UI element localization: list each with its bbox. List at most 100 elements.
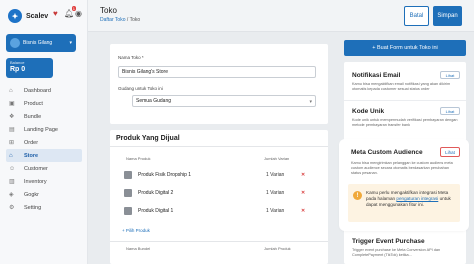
col-header-variant-count: Jumlah Varian	[264, 156, 290, 161]
balance-box[interactable]: Balance Rp 0	[6, 58, 53, 78]
product-thumbnail	[124, 207, 132, 215]
chevron-down-icon: ▾	[69, 40, 72, 46]
store-name-label: Nama Toko *	[118, 55, 144, 60]
sidebar-item-label: Inventory	[24, 178, 47, 185]
page-header: Toko Daftar Toko / Toko Batal Simpan	[88, 0, 474, 32]
sidebar-item-gogkr[interactable]: ◈ Gogkr	[6, 188, 82, 201]
product-name: Produk Digital 1	[138, 208, 174, 214]
breadcrumb-parent[interactable]: Daftar Toko	[100, 17, 125, 23]
balance-value: Rp 0	[10, 66, 26, 73]
warning-icon: !	[353, 191, 362, 200]
divider	[110, 241, 328, 242]
table-row: Produk Digital 1 1 Varian ✕	[124, 204, 320, 218]
gear-icon: ⚙	[9, 204, 15, 211]
chevron-down-icon: ▾	[309, 99, 312, 105]
trigger-event-title: Trigger Event Purchase	[352, 238, 425, 245]
scalev-logo-icon: ✦	[8, 9, 22, 23]
meta-custom-audience-title: Meta Custom Audience	[351, 149, 423, 156]
breadcrumb-current: Toko	[129, 17, 141, 23]
product-name: Produk Digital 2	[138, 190, 174, 196]
trigger-event-desc: Trigger event purchase ke Meta Conversio…	[352, 248, 441, 257]
heart-icon[interactable]: ♥	[53, 10, 61, 18]
sidebar-item-label: Order	[24, 139, 39, 146]
sidebar-item-dashboard[interactable]: ⌂ Dashboard	[6, 84, 82, 97]
meta-custom-audience-view-button[interactable]: Lihat	[440, 147, 460, 157]
meta-custom-audience-card: Meta Custom Audience Lihat Kamu bisa men…	[342, 142, 466, 228]
variant-count: 1 Varian	[266, 172, 285, 178]
variant-count: 1 Varian	[266, 190, 285, 196]
warehouse-select-value: Semua Gudang	[136, 98, 172, 104]
alert-text: Kamu perlu mengaktifkan integrasi Meta p…	[366, 190, 458, 208]
box-icon: ▣	[9, 100, 15, 107]
add-form-button[interactable]: + Buat Form untuk Toko ini	[344, 40, 466, 56]
add-product-link[interactable]: + Pilih Produk	[122, 228, 150, 233]
top-icons: ♥ 🔔︎ 1 ◉	[53, 6, 83, 18]
col-header-product-name: Nama Produk	[126, 156, 151, 161]
remove-icon[interactable]: ✕	[301, 208, 305, 214]
user-icon[interactable]: ◉	[75, 10, 83, 18]
product-thumbnail	[124, 171, 132, 179]
integration-settings-link[interactable]: pengaturan integrasi	[396, 196, 438, 201]
divider	[344, 100, 466, 101]
sidebar-nav: ⌂ Dashboard ▣ Product ❖ Bundle ▤ Landing Pag…	[6, 84, 82, 214]
store-icon: ⌂	[9, 152, 13, 159]
products-title: Produk Yang Dijual	[116, 135, 180, 142]
user-icon: ☺	[9, 165, 16, 172]
sidebar-item-store[interactable]: ⌂ Store	[6, 149, 82, 162]
sidebar-item-label: Setting	[24, 204, 42, 211]
inventory-icon: ▥	[9, 178, 15, 185]
save-button[interactable]: Simpan	[433, 6, 462, 26]
sidebar: ✦ Scalev ♥ 🔔︎ 1 ◉ Bisnis Gilang ▾ Balance…	[0, 0, 88, 264]
sidebar-item-product[interactable]: ▣ Product	[6, 97, 82, 110]
unique-code-view-button[interactable]: Lihat	[440, 107, 460, 115]
store-avatar	[10, 38, 20, 48]
sidebar-item-label: Product	[24, 100, 43, 107]
sidebar-item-label: Bundle	[24, 113, 42, 120]
breadcrumb-separator: /	[126, 17, 129, 23]
sidebar-item-setting[interactable]: ⚙ Setting	[6, 201, 82, 214]
page-icon: ▤	[9, 126, 15, 133]
product-name: Produk Fisik Dropship 1	[138, 172, 192, 178]
products-card: Produk Yang Dijual Nama Produk Jumlah Va…	[110, 130, 328, 264]
col-header-bundle-count: Jumlah Produk	[264, 246, 291, 251]
sidebar-item-label: Gogkr	[24, 191, 39, 198]
balance-label: Balance	[10, 60, 25, 65]
email-notification-view-button[interactable]: Lihat	[440, 71, 460, 79]
divider	[110, 146, 328, 147]
meta-integration-alert: ! Kamu perlu mengaktifkan integrasi Meta…	[348, 184, 460, 222]
unique-code-title: Kode Unik	[352, 108, 385, 115]
variant-count: 1 Varian	[266, 208, 285, 214]
table-row: Produk Digital 2 1 Varian ✕	[124, 186, 320, 200]
unique-code-desc: Kode unik untuk mempermudah verifikasi p…	[352, 118, 458, 127]
store-name-input[interactable]: Bisnis Gilang's Store	[118, 66, 316, 78]
sidebar-item-inventory[interactable]: ▥ Inventory	[6, 175, 82, 188]
remove-icon[interactable]: ✕	[301, 172, 305, 178]
sidebar-item-customer[interactable]: ☺ Customer	[6, 162, 82, 175]
breadcrumb: Daftar Toko / Toko	[100, 17, 140, 23]
page-title: Toko	[100, 6, 117, 15]
sidebar-item-label: Landing Page	[24, 126, 58, 133]
brand-name: Scalev	[26, 12, 49, 20]
sidebar-item-label: Dashboard	[24, 87, 51, 94]
remove-icon[interactable]: ✕	[301, 190, 305, 196]
home-icon: ⌂	[9, 87, 13, 94]
store-name: Bisnis Gilang	[23, 40, 53, 46]
meta-custom-audience-desc: Kamu bisa mengirimkan pelanggan ke custo…	[351, 161, 453, 175]
cart-icon: ⊞	[9, 139, 15, 146]
store-switcher[interactable]: Bisnis Gilang ▾	[6, 34, 76, 52]
col-header-bundle-name: Nama Bundel	[126, 246, 151, 251]
table-row: Produk Fisik Dropship 1 1 Varian ✕	[124, 168, 320, 182]
email-notification-title: Notifikasi Email	[352, 72, 401, 79]
sidebar-item-label: Customer	[24, 165, 48, 172]
warehouse-select[interactable]: Semua Gudang ▾	[132, 95, 316, 107]
cancel-button[interactable]: Batal	[404, 6, 429, 26]
sidebar-item-bundle[interactable]: ❖ Bundle	[6, 110, 82, 123]
sidebar-item-landing-page[interactable]: ▤ Landing Page	[6, 123, 82, 136]
bell-icon[interactable]: 🔔︎ 1	[64, 6, 76, 18]
sidebar-item-order[interactable]: ⊞ Order	[6, 136, 82, 149]
bundle-icon: ❖	[9, 113, 15, 120]
warehouse-label: Gudang untuk Toko ini	[118, 86, 163, 91]
store-form-card: Nama Toko * Bisnis Gilang's Store Gudang…	[110, 44, 328, 124]
product-thumbnail	[124, 189, 132, 197]
email-notification-desc: Kamu bisa mengaktifkan email notifikasi …	[352, 82, 451, 91]
